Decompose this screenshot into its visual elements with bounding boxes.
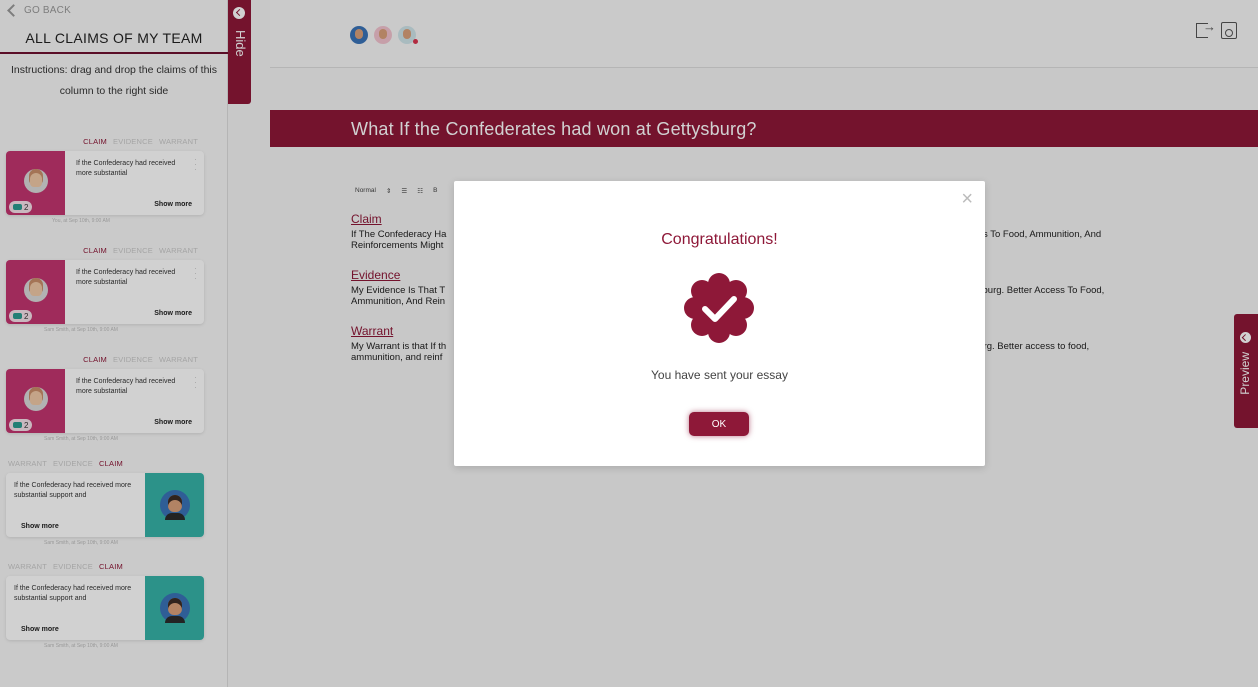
verified-check-icon — [684, 273, 754, 343]
dialog-message: You have sent your essay — [651, 368, 788, 382]
ok-button[interactable]: OK — [689, 412, 749, 436]
close-icon[interactable]: × — [961, 189, 973, 209]
dialog-title: Congratulations! — [661, 231, 778, 248]
success-dialog: × Congratulations! You have sent your es… — [454, 181, 985, 466]
